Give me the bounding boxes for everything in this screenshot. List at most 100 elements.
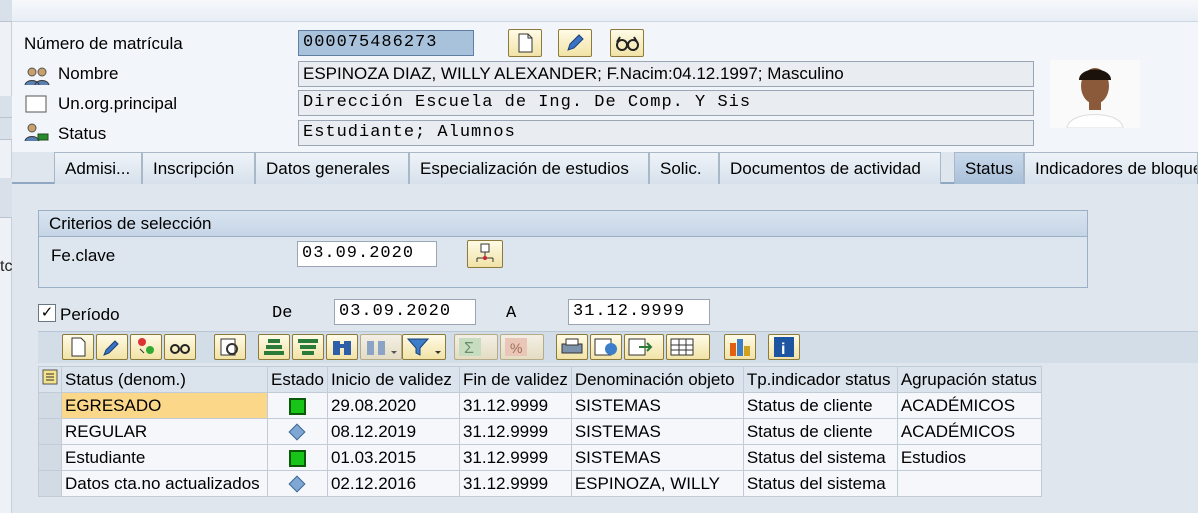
nombre-field: ESPINOZA DIAZ, WILLY ALEXANDER; F.Nacim:… (298, 61, 1034, 87)
inicio-cell: 29.08.2020 (326, 392, 460, 419)
left-strip-text: tc (0, 258, 13, 275)
table-row[interactable]: REGULAR 08.12.2019 31.12.9999 SISTEMAS S… (38, 418, 1042, 445)
de-date-input[interactable]: 03.09.2020 (334, 299, 476, 325)
tipo-cell: Status de cliente (742, 418, 898, 445)
row-selector[interactable] (38, 444, 62, 471)
sort-descending-icon (298, 339, 318, 355)
new-row-button[interactable] (62, 334, 94, 360)
tab-admision[interactable]: Admisi... (54, 152, 142, 184)
status-cell[interactable]: Datos cta.no actualizados (61, 470, 268, 497)
subtotal-button[interactable]: % (500, 334, 544, 360)
select-all-cell[interactable] (38, 366, 62, 393)
pencil-icon (103, 340, 119, 356)
display-button[interactable] (610, 29, 644, 57)
feclave-input[interactable]: 03.09.2020 (297, 241, 437, 267)
matricula-label: Número de matrícula (24, 34, 183, 53)
tab-documentos[interactable]: Documentos de actividad (719, 152, 941, 184)
info-icon: i (774, 337, 794, 358)
estado-cell (267, 444, 328, 471)
grupo-cell (896, 470, 1042, 497)
row-selector[interactable] (38, 418, 62, 445)
inicio-cell: 08.12.2019 (326, 418, 460, 445)
selection-criteria-group: Criterios de selección Fe.clave 03.09.20… (38, 210, 1088, 288)
left-strip-segment (0, 96, 12, 118)
svg-text:Σ: Σ (464, 340, 474, 357)
sum-button[interactable]: Σ (454, 334, 498, 360)
table-row[interactable]: Estudiante 01.03.2015 31.12.9999 SISTEMA… (38, 444, 1042, 471)
column-header[interactable]: Fin de validez (458, 366, 572, 393)
tipo-cell: Status de cliente (742, 392, 898, 419)
column-header[interactable]: Denominación objeto (570, 366, 744, 393)
display-row-button[interactable] (164, 334, 196, 360)
grupo-cell: ACADÉMICOS (896, 418, 1042, 445)
student-photo (1050, 60, 1140, 128)
binoculars-plus-icon (367, 341, 397, 355)
filter-button[interactable] (402, 334, 446, 360)
graphic-button[interactable] (724, 334, 756, 360)
left-strip-segment (0, 178, 12, 218)
tab-especializacion[interactable]: Especialización de estudios (409, 152, 649, 184)
new-document-button[interactable] (508, 29, 542, 57)
matricula-field[interactable]: 000075486273 (298, 30, 474, 56)
periodo-checkbox[interactable]: ✓ (38, 304, 56, 322)
edit-button[interactable] (558, 29, 592, 57)
print-button[interactable] (556, 334, 588, 360)
status-change-button[interactable] (130, 334, 162, 360)
tab-strip: Admisi... Inscripción Datos generales Es… (12, 152, 1198, 184)
sort-ascending-icon (264, 339, 284, 355)
edit-row-button[interactable] (96, 334, 128, 360)
details-button[interactable] (214, 334, 246, 360)
fin-cell: 31.12.9999 (458, 470, 572, 497)
unorg-label: Un.org.principal (58, 94, 178, 113)
column-header[interactable]: Estado (267, 366, 328, 393)
tab-solic[interactable]: Solic. (649, 152, 719, 184)
column-header[interactable]: Inicio de validez (326, 366, 460, 393)
person-group-icon (24, 67, 50, 86)
table-header-row: Status (denom.) Estado Inicio de validez… (38, 366, 1042, 393)
find-next-button[interactable] (360, 334, 402, 360)
a-label: A (506, 304, 517, 323)
traffic-light-icon (138, 338, 154, 354)
estado-cell (267, 470, 328, 497)
view-button[interactable] (590, 334, 622, 360)
objeto-cell: SISTEMAS (570, 444, 744, 471)
status-cell[interactable]: EGRESADO (61, 392, 268, 419)
objeto-cell: ESPINOZA, WILLY (570, 470, 744, 497)
sort-descending-button[interactable] (292, 334, 324, 360)
periodo-label: Período (60, 305, 120, 324)
svg-text:%: % (510, 340, 522, 356)
row-selector[interactable] (38, 470, 62, 497)
column-header[interactable]: Tp.indicador status (742, 366, 898, 393)
printer-icon (561, 338, 583, 354)
info-button[interactable]: i (768, 334, 800, 360)
status-table: Status (denom.) Estado Inicio de validez… (38, 366, 1042, 497)
status-cell[interactable]: Estudiante (61, 444, 268, 471)
table-row[interactable]: Datos cta.no actualizados 02.12.2016 31.… (38, 470, 1042, 497)
blue-diamond-icon (288, 423, 306, 441)
fin-cell: 31.12.9999 (458, 444, 572, 471)
tipo-cell: Status del sistema (742, 444, 898, 471)
row-selector[interactable] (38, 392, 62, 419)
layout-button[interactable] (666, 334, 710, 360)
export-button[interactable] (624, 334, 664, 360)
column-header[interactable]: Status (denom.) (61, 366, 268, 393)
key-date-button[interactable] (467, 240, 503, 268)
tab-inscripcion[interactable]: Inscripción (142, 152, 255, 184)
tab-indicadores[interactable]: Indicadores de bloqueo (1024, 152, 1198, 184)
table-row[interactable]: EGRESADO 29.08.2020 31.12.9999 SISTEMAS … (38, 392, 1042, 419)
status-cell[interactable]: REGULAR (61, 418, 268, 445)
feclave-label: Fe.clave (51, 246, 116, 265)
tab-status[interactable]: Status (954, 152, 1024, 184)
find-button[interactable] (326, 334, 358, 360)
fin-cell: 31.12.9999 (458, 392, 572, 419)
left-strip-segment (0, 0, 12, 22)
nombre-label: Nombre (58, 64, 119, 83)
sort-ascending-button[interactable] (258, 334, 290, 360)
status-field: Estudiante; Alumnos (298, 120, 1034, 146)
filter-icon (406, 338, 441, 356)
tipo-cell: Status del sistema (742, 470, 898, 497)
tab-datos-generales[interactable]: Datos generales (255, 152, 409, 184)
svg-text:i: i (781, 341, 785, 358)
a-date-input[interactable]: 31.12.9999 (568, 299, 710, 325)
column-header[interactable]: Agrupación status (896, 366, 1042, 393)
